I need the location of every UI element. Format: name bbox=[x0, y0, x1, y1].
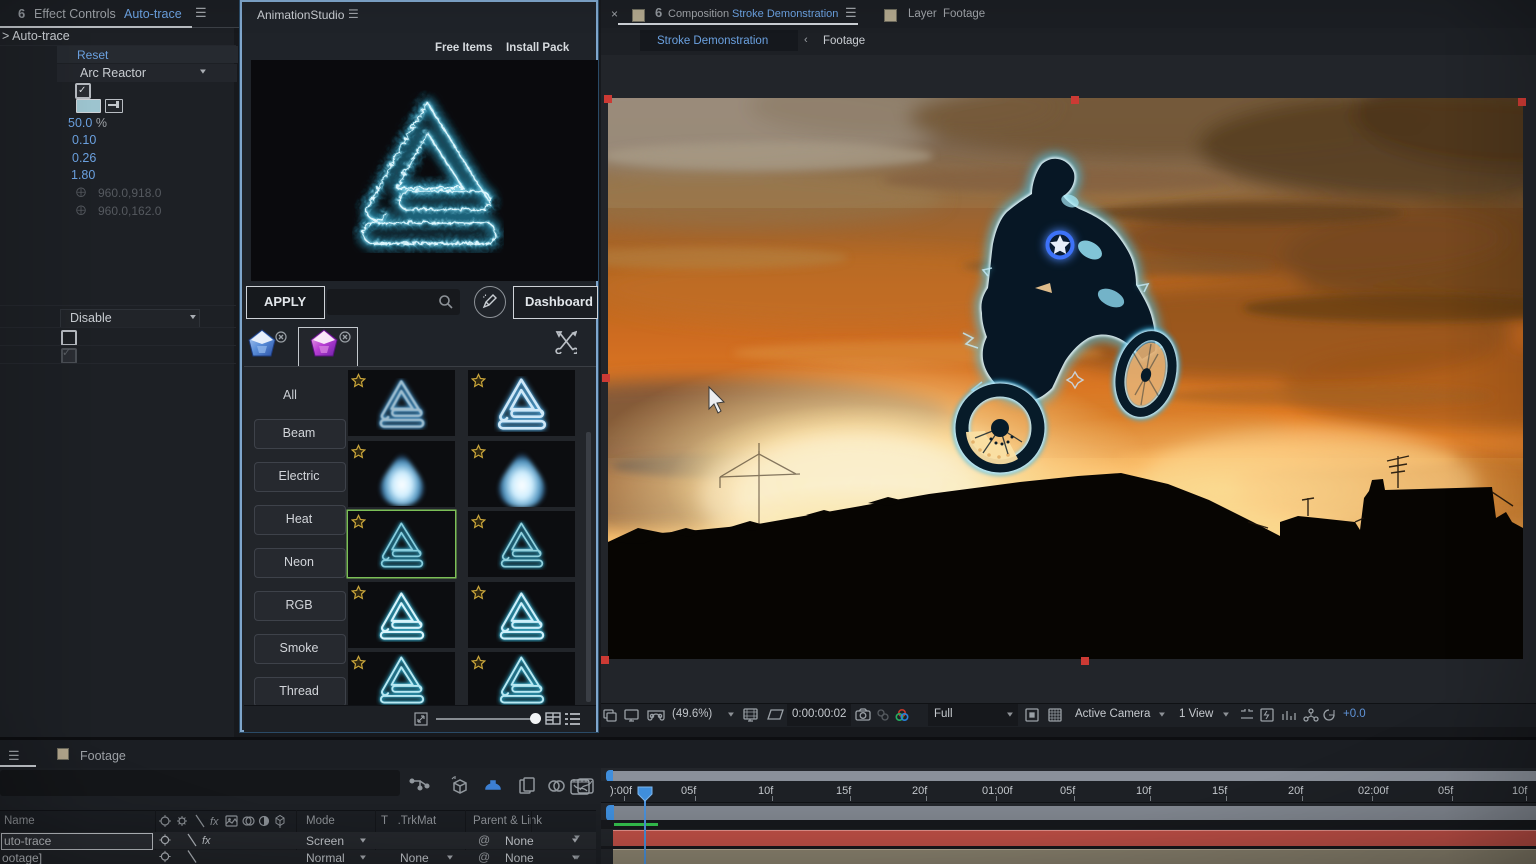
svg-text:fx: fx bbox=[210, 816, 219, 828]
svg-text:fx: fx bbox=[202, 835, 211, 847]
